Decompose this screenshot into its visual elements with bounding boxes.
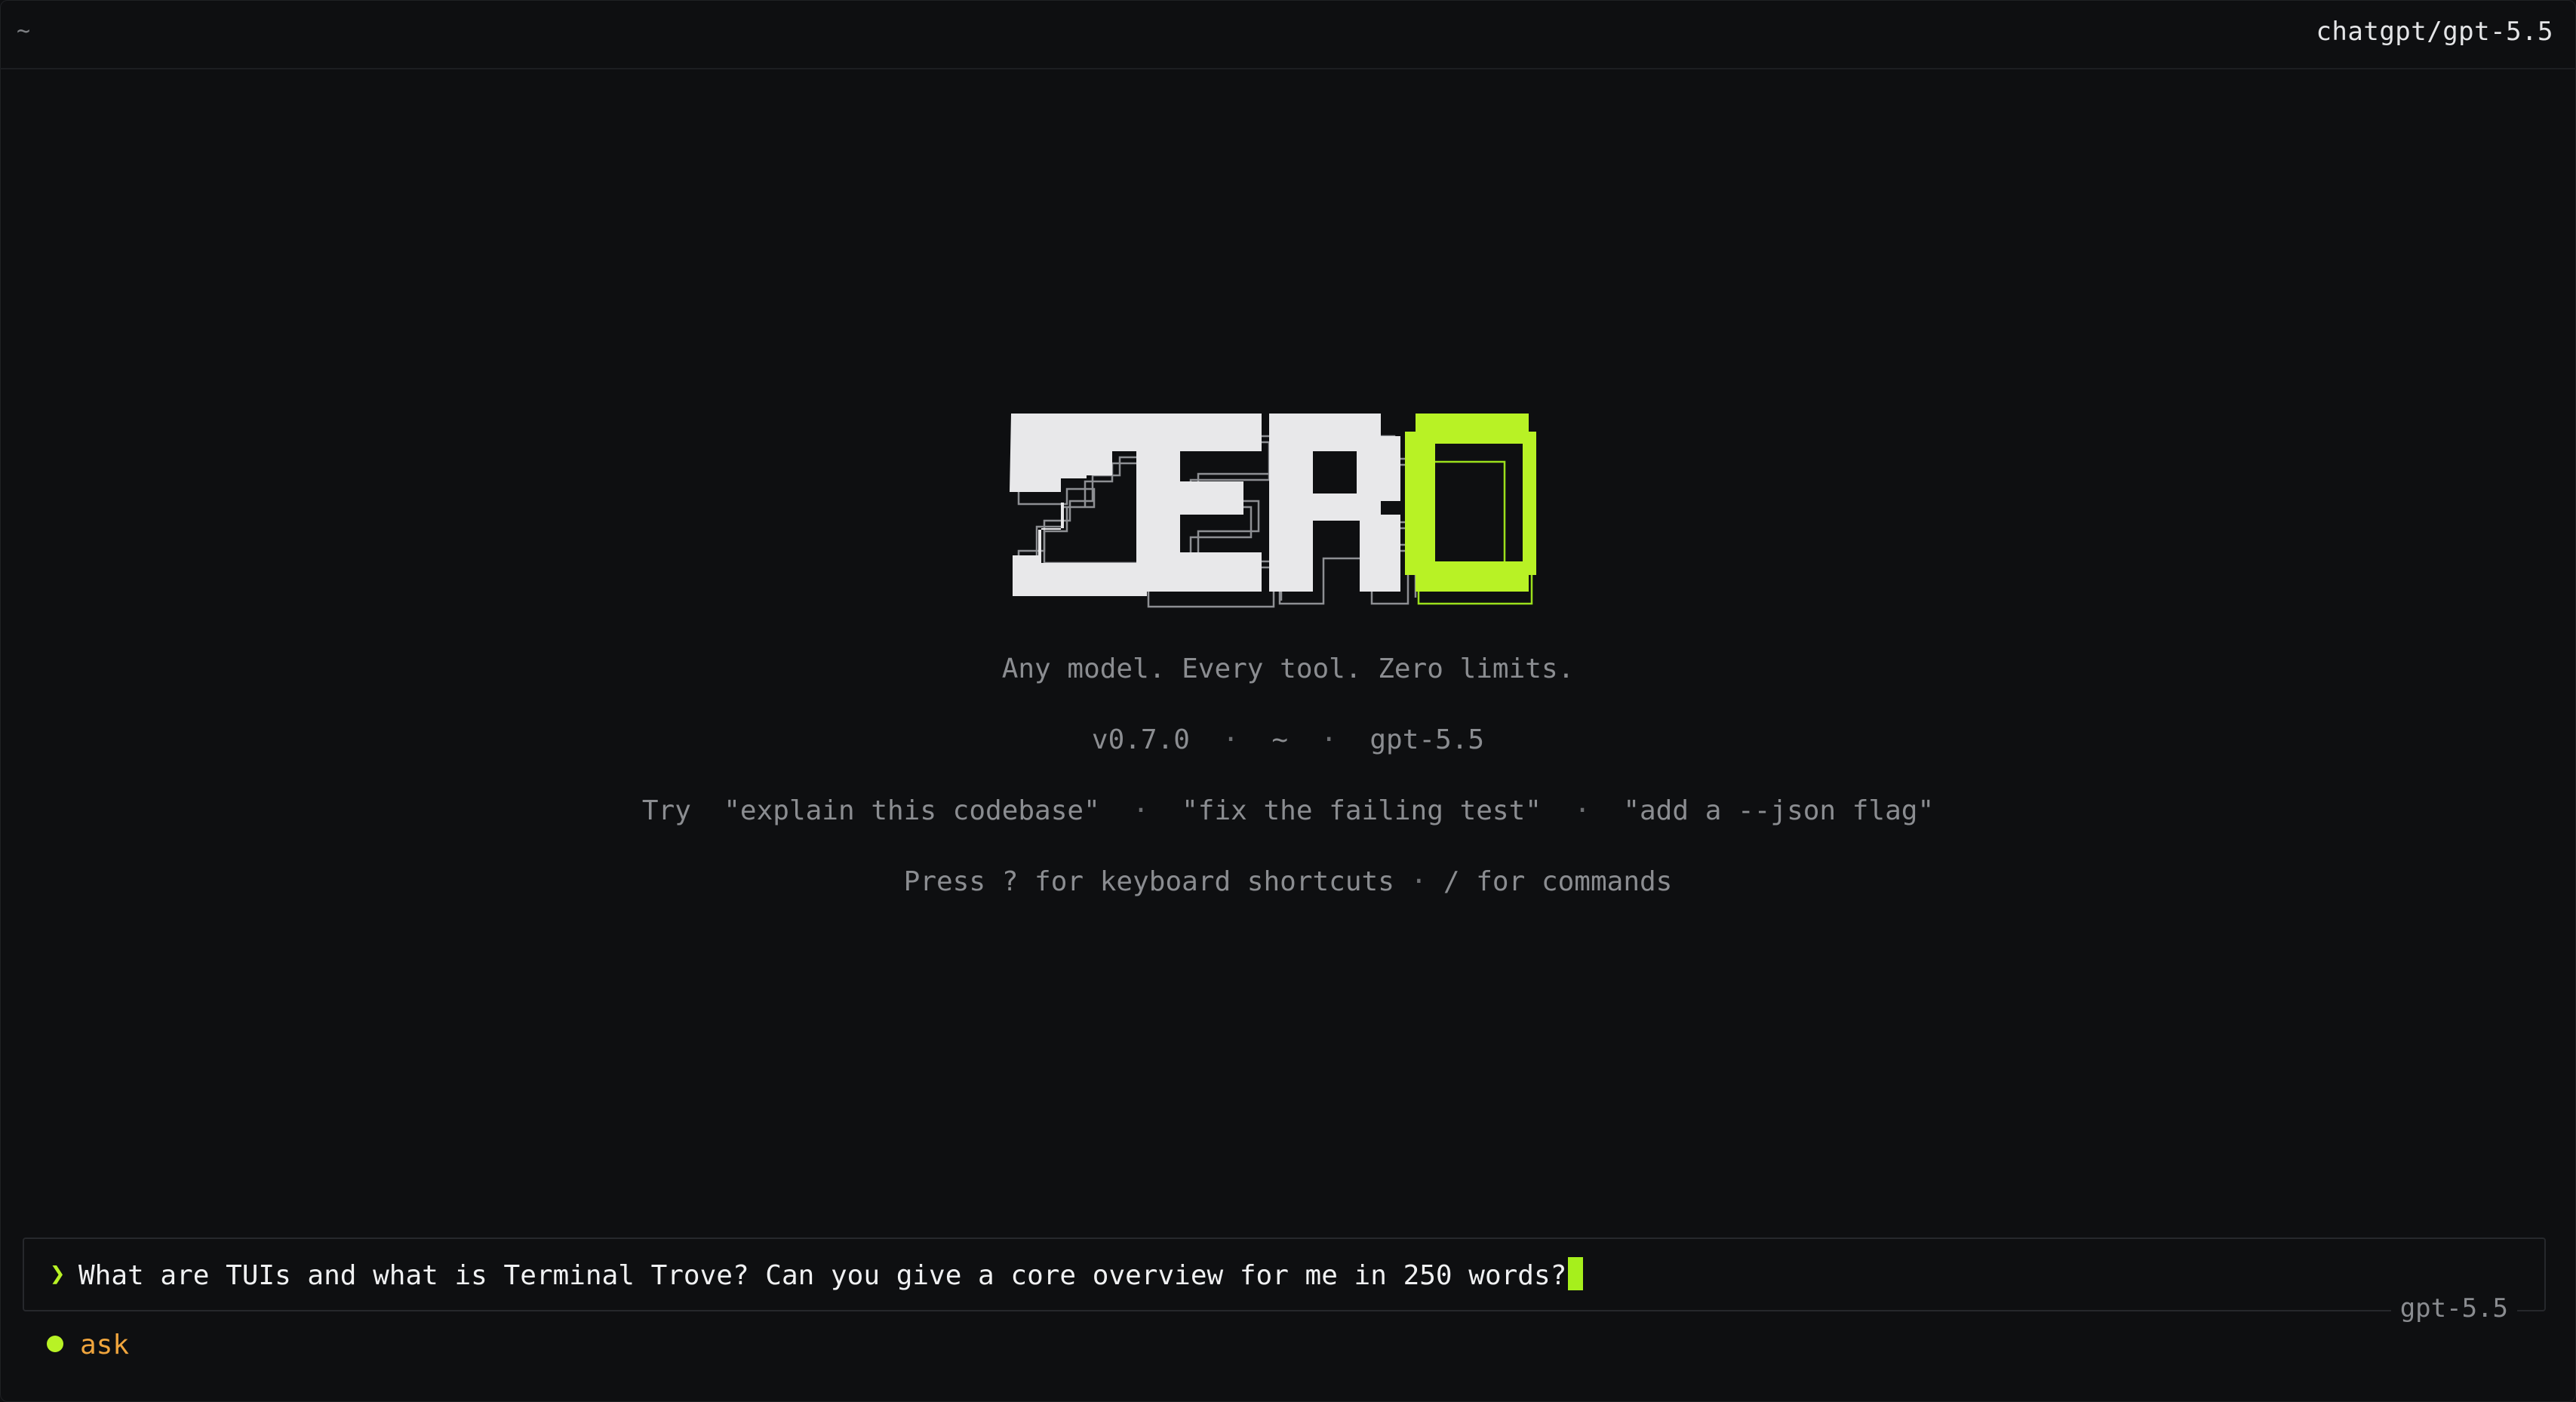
model-text: gpt-5.5	[1369, 724, 1485, 755]
provider-model-indicator[interactable]: chatgpt/gpt-5.5	[2316, 17, 2553, 47]
shortcut-hint: Press ? for keyboard shortcuts · / for c…	[903, 866, 1673, 897]
dir-text: ~	[1271, 724, 1288, 755]
shortcut-hint-commands: / for commands	[1443, 866, 1673, 897]
version-text: v0.7.0	[1091, 724, 1190, 755]
example-prompts: Try "explain this codebase" · "fix the f…	[641, 795, 1935, 826]
current-directory: ~	[17, 18, 31, 45]
zero-logo	[1010, 414, 1536, 608]
prompt-input-box[interactable]: ❯ What are TUIs and what is Terminal Tro…	[23, 1238, 2546, 1311]
terminal-window	[0, 0, 2576, 1402]
zero-logo-o	[1405, 414, 1536, 592]
prompt-input-value: What are TUIs and what is Terminal Trove…	[78, 1260, 1567, 1291]
mode-indicator[interactable]: ask	[47, 1330, 129, 1360]
shortcut-hint-keys: Press ? for keyboard shortcuts	[903, 866, 1394, 897]
status-dot-icon	[47, 1336, 63, 1352]
tagline: Any model. Every tool. Zero limits.	[1001, 653, 1575, 684]
example-prompt[interactable]: "explain this codebase"	[724, 795, 1100, 826]
prompt-chevron-icon: ❯	[50, 1259, 66, 1289]
example-prompt[interactable]: "add a --json flag"	[1623, 795, 1934, 826]
text-cursor	[1568, 1257, 1584, 1290]
meta-info: v0.7.0 · ~ · gpt-5.5	[1091, 724, 1485, 755]
tips-lead: Try	[641, 795, 691, 826]
prompt-input[interactable]: What are TUIs and what is Terminal Trove…	[78, 1257, 1584, 1291]
example-prompt[interactable]: "fix the failing test"	[1182, 795, 1542, 826]
prompt-model-label[interactable]: gpt-5.5	[2390, 1293, 2517, 1324]
top-status-bar: ~ chatgpt/gpt-5.5	[0, 0, 2576, 69]
mode-label: ask	[80, 1330, 130, 1360]
